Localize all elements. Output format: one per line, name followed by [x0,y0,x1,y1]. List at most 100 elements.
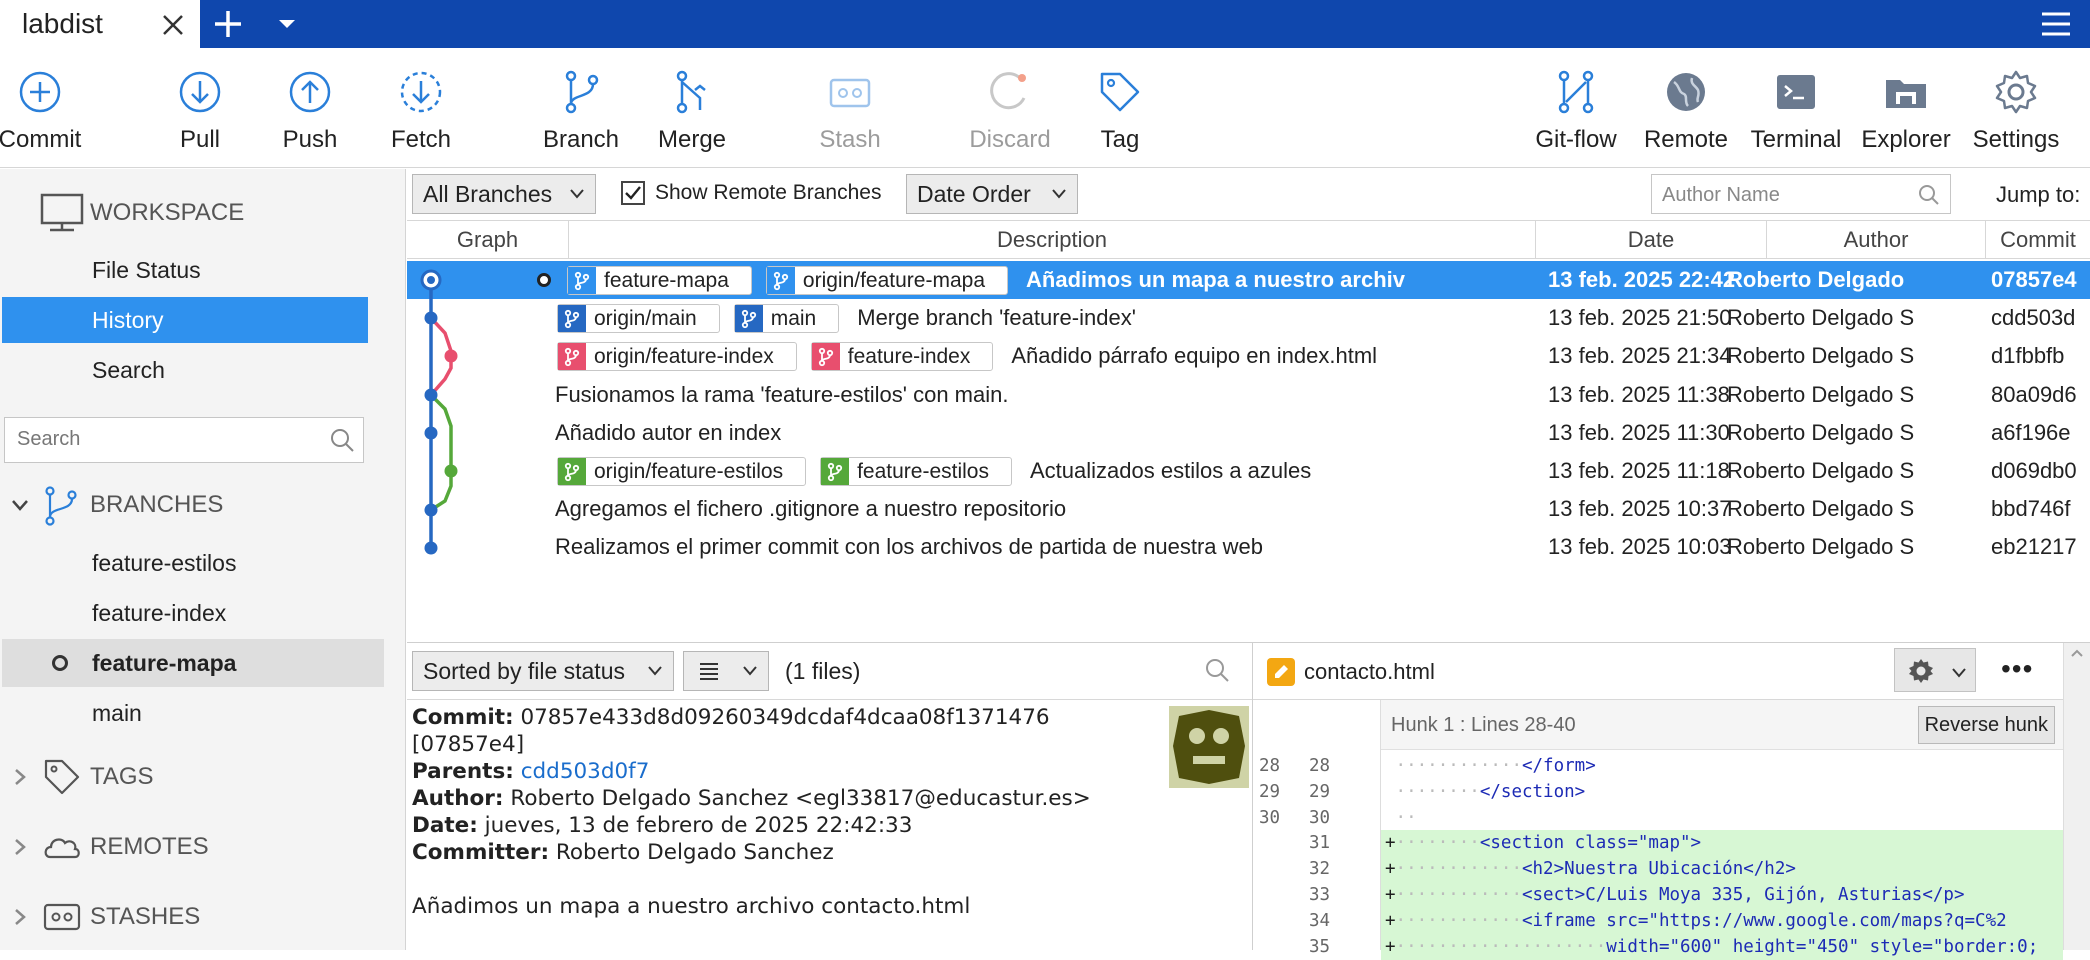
close-tab-icon[interactable] [160,12,186,38]
column-description[interactable]: Description [569,221,1536,259]
graph-node[interactable] [424,541,438,555]
diff-line-added[interactable]: 31 +········<section class="map"> [1253,830,2063,857]
branch-item-feature-index[interactable]: feature-index [2,589,384,637]
order-select[interactable]: Date Order [906,174,1078,214]
detail-committer-label: Committer: [412,840,550,865]
diff-prefix: + [1385,833,1396,854]
branch-item-feature-estilos[interactable]: feature-estilos [2,539,384,587]
graph-node[interactable] [424,388,438,402]
search-icon[interactable] [1204,657,1230,683]
hamburger-menu-icon[interactable] [2040,10,2072,38]
repo-tab[interactable]: labdist [0,0,200,48]
remotes-section-header[interactable]: REMOTES [0,825,380,869]
branches-section-header[interactable]: BRANCHES [0,483,380,527]
tab-dropdown-icon[interactable] [276,16,298,32]
pull-label: Pull [179,126,221,153]
diff-options-button[interactable] [1894,648,1976,692]
diff-scrollbar[interactable] [2063,643,2090,950]
code-text: </form> [1521,756,1596,776]
diff-line-context[interactable]: 28 28 ············</form> [1253,753,2063,779]
column-graph[interactable]: Graph [407,221,569,259]
branch-ref-label[interactable]: origin/feature-estilos [557,457,807,486]
branch-ref-label[interactable]: feature-mapa [567,266,752,295]
sort-select[interactable]: Sorted by file status [412,651,674,691]
more-options-icon[interactable]: ••• [2001,653,2033,685]
remote-button[interactable]: Remote [1626,68,1746,168]
diff-line-added[interactable]: 33 +············<sect>C/Luis Moya 335, Gi… [1253,882,2063,908]
column-date[interactable]: Date [1536,221,1767,259]
explorer-button[interactable]: Explorer [1846,68,1966,168]
branch-ref-label[interactable]: feature-index [810,342,994,372]
stashes-section-header[interactable]: STASHES [0,895,380,939]
branch-ref-label[interactable]: feature-estilos [820,457,1012,486]
pull-button[interactable]: Pull [140,68,260,168]
diff-line-added[interactable]: 32 +············<h2>Nuestra Ubicación</h2… [1253,856,2063,883]
commit-row[interactable]: feature-mapa origin/feature-mapa Añadimos … [407,261,2090,299]
code-content: ·· [1381,805,2063,831]
commit-button[interactable]: Commit [0,68,100,168]
fetch-button[interactable]: Fetch [361,68,481,168]
detail-commit-hash: 07857e433d8d09260349dcdaf4dcaa08f1371476 [520,705,1050,730]
parent-commit-link[interactable]: cdd503d0f7 [521,759,650,784]
diff-line-context[interactable]: 29 29 ········</section> [1253,779,2063,805]
sidebar-item-history[interactable]: History [2,297,368,343]
diff-line-added[interactable]: 34 +············<iframe src="https://www.… [1253,907,2063,934]
diff-prefix [1385,808,1396,828]
tags-section-title: TAGS [90,763,154,790]
current-branch-indicator [52,655,68,671]
code-content: ············</form> [1381,753,2063,779]
diff-prefix: + [1385,885,1396,905]
show-remote-branches-checkbox[interactable] [621,181,645,205]
detail-commit: Commit: 07857e433d8d09260349dcdaf4dcaa08… [412,705,1050,730]
view-mode-select[interactable] [683,651,769,691]
branches-select[interactable]: All Branches [412,174,596,214]
branch-ref-label[interactable]: origin/main [557,304,720,334]
commit-row[interactable]: Agregamos el fichero .gitignore a nuestr… [407,490,2090,528]
graph-node[interactable] [444,349,458,363]
column-commit[interactable]: Commit [1986,221,2090,259]
detail-committer-value: Roberto Delgado Sanchez [555,840,834,865]
commit-row[interactable]: origin/feature-index feature-index Añadido… [407,337,2090,375]
commit-row[interactable]: origin/main main Merge branch 'feature-ind… [407,299,2090,337]
whitespace-marker: ········ [1395,833,1480,854]
sidebar-item-search[interactable]: Search [2,347,368,393]
terminal-button[interactable]: Terminal [1736,68,1856,168]
tag-button[interactable]: Tag [1060,68,1180,168]
tags-section-header[interactable]: TAGS [0,755,380,799]
reverse-hunk-button[interactable]: Reverse hunk [1917,706,2055,744]
graph-node[interactable] [424,426,438,440]
graph-node[interactable] [424,311,438,325]
commit-row[interactable]: origin/feature-estilos feature-estilos Act… [407,452,2090,490]
scroll-up-icon[interactable] [2064,643,2090,663]
add-tab-icon[interactable] [212,8,244,40]
author-name-input[interactable]: Author Name [1651,174,1951,214]
diff-line-context[interactable]: 30 30 ·· [1253,805,2063,831]
settings-button[interactable]: Settings [1956,68,2076,168]
discard-button[interactable]: Discard [950,68,1070,168]
branch-ref-label[interactable]: origin/feature-mapa [765,266,1009,295]
branch-ref-label[interactable]: main [733,304,840,334]
branch-item-feature-mapa[interactable]: feature-mapa [2,639,384,687]
gitflow-button[interactable]: Git-flow [1516,68,1636,168]
commit-row[interactable]: Fusionamos la rama 'feature-estilos' con… [407,376,2090,414]
branch-ref-label[interactable]: origin/feature-index [557,342,797,372]
merge-button[interactable]: Merge [632,68,752,168]
commit-row[interactable]: Añadido autor en index 13 feb. 2025 11:30… [407,414,2090,452]
sidebar-search-input[interactable]: Search [4,417,364,463]
branch-button[interactable]: Branch [521,68,641,168]
graph-node[interactable] [424,503,438,517]
commit-message: Merge branch 'feature-index' [857,305,1136,331]
diff-prefix: + [1385,936,1396,957]
commit-row[interactable]: Realizamos el primer commit con los arch… [407,528,2090,566]
branch-item-main[interactable]: main [2,689,384,737]
column-author[interactable]: Author [1767,221,1986,259]
push-button[interactable]: Push [250,68,370,168]
branch-icon [565,70,599,114]
new-line-number: 33 [1309,885,1331,905]
sidebar-item-file-status[interactable]: File Status [2,247,368,293]
chevron-down-icon [1952,668,1966,678]
graph-node[interactable] [444,464,458,478]
whitespace-marker: ········ [1395,781,1480,802]
stash-button[interactable]: Stash [790,68,910,168]
diff-line-added[interactable]: 35 +····················width="600" heigh… [1253,933,2063,960]
